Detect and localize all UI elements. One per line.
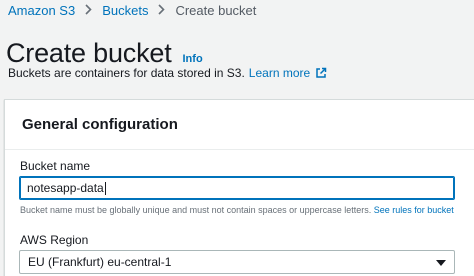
external-link-icon[interactable] (315, 67, 327, 79)
breadcrumb-create-bucket: Create bucket (175, 2, 257, 18)
aws-region-label: AWS Region (20, 233, 89, 247)
breadcrumb-buckets[interactable]: Buckets (102, 3, 148, 18)
panel-title: General configuration (22, 116, 178, 133)
info-link[interactable]: Info (183, 53, 203, 65)
bucket-name-hint: Bucket name must be globally unique and … (20, 205, 454, 215)
page-title: Create bucket (6, 38, 172, 68)
create-bucket-page: Amazon S3 Buckets Create bucket Create b… (0, 0, 474, 276)
learn-more-link[interactable]: Learn more (249, 66, 310, 80)
bucket-rules-link[interactable]: See rules for bucket (374, 205, 454, 215)
chevron-right-icon (158, 3, 166, 17)
caret-down-icon[interactable] (436, 255, 446, 269)
hint-text: Bucket name must be globally unique and … (20, 205, 372, 215)
aws-region-select[interactable]: EU (Frankfurt) eu-central-1 (19, 250, 455, 274)
breadcrumb: Amazon S3 Buckets Create bucket (8, 1, 256, 19)
description-text: Buckets are containers for data stored i… (8, 66, 245, 80)
bucket-name-value: notesapp-data (27, 181, 104, 195)
bucket-name-input[interactable]: notesapp-data (19, 176, 455, 200)
aws-region-value: EU (Frankfurt) eu-central-1 (28, 255, 172, 269)
page-header: Create bucket Info (6, 38, 203, 69)
text-cursor (104, 181, 106, 195)
bucket-name-label: Bucket name (20, 159, 91, 173)
panel-header: General configuration (5, 100, 474, 150)
chevron-right-icon (85, 3, 92, 17)
breadcrumb-amazon-s3[interactable]: Amazon S3 (8, 3, 75, 18)
page-description: Buckets are containers for data stored i… (8, 66, 327, 80)
